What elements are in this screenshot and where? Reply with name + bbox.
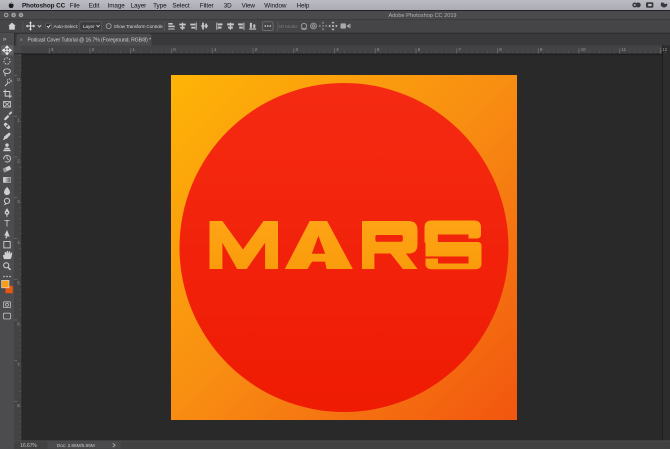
svg-text:Doc: 2.86M/5.65M: Doc: 2.86M/5.65M	[57, 443, 95, 449]
svg-text:Layer: Layer	[83, 24, 95, 30]
svg-text:Select: Select	[172, 2, 190, 9]
svg-text:»: »	[3, 36, 7, 43]
svg-text:11: 11	[622, 47, 627, 52]
svg-text:3D: 3D	[224, 2, 232, 9]
svg-text:Photoshop CC: Photoshop CC	[22, 2, 66, 9]
svg-text:10: 10	[581, 47, 586, 52]
svg-text:16.67%: 16.67%	[20, 443, 37, 449]
svg-text:T: T	[4, 219, 10, 229]
svg-text:Help: Help	[297, 2, 310, 9]
svg-text:Type: Type	[153, 2, 167, 9]
svg-text:Filter: Filter	[200, 2, 214, 9]
svg-text:Podcast Cover Tutorial @ 16.7%: Podcast Cover Tutorial @ 16.7% (Foregrou…	[28, 38, 152, 44]
svg-text:12: 12	[662, 47, 667, 52]
svg-text:Layer: Layer	[131, 2, 147, 9]
svg-text:Edit: Edit	[89, 2, 100, 9]
svg-text:3D Mode:: 3D Mode:	[278, 24, 298, 30]
svg-text:Adobe Photoshop CC 2019: Adobe Photoshop CC 2019	[388, 13, 456, 19]
svg-text:Window: Window	[264, 2, 287, 9]
svg-text:Show Transform Controls: Show Transform Controls	[114, 24, 164, 29]
svg-text:File: File	[70, 2, 80, 9]
svg-text:Auto-Select:: Auto-Select:	[53, 24, 78, 30]
svg-text:×: ×	[20, 38, 23, 44]
svg-text:View: View	[242, 2, 256, 9]
svg-text:Image: Image	[108, 2, 126, 9]
